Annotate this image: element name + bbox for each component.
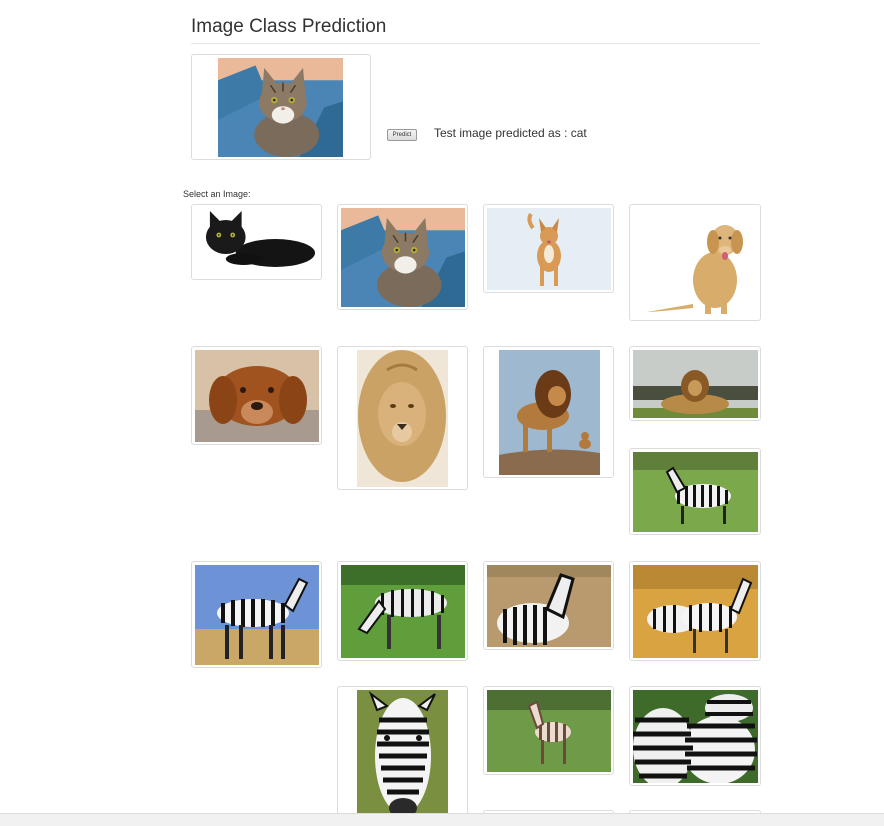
gallery-thumb-black-cat[interactable] xyxy=(191,204,322,280)
zebra-head-image xyxy=(357,690,448,822)
gallery-thumb-two-zebras[interactable] xyxy=(629,561,761,661)
lion-face-image xyxy=(357,350,448,487)
zebra-grass-image xyxy=(633,452,758,532)
zebra-foal-image xyxy=(487,690,611,772)
gallery-thumb-zebra-foal[interactable] xyxy=(483,686,614,775)
predict-button[interactable]: Predict xyxy=(387,129,417,141)
gallery-thumb-zebra-group[interactable] xyxy=(629,686,761,786)
black-cat-image xyxy=(198,209,317,275)
page-title: Image Class Prediction xyxy=(191,16,387,37)
zebra-plain-image xyxy=(487,565,611,647)
tabby-cat-image xyxy=(341,208,465,307)
gallery-thumb-lion-face[interactable] xyxy=(337,346,468,490)
lion-lying-image xyxy=(633,350,758,418)
bottom-scrollbar[interactable] xyxy=(0,813,884,826)
gallery-thumb-zebra-sky[interactable] xyxy=(191,561,322,668)
gallery-thumb-zebra-plain[interactable] xyxy=(483,561,614,650)
gallery-thumb-brown-dog[interactable] xyxy=(191,346,322,445)
gallery-thumb-zebra-head[interactable] xyxy=(337,686,468,825)
selected-image-frame xyxy=(191,54,371,160)
zebra-sky-image xyxy=(195,565,319,665)
gallery-thumb-golden-retriever[interactable] xyxy=(629,204,761,321)
prediction-result: Test image predicted as : cat xyxy=(434,126,587,140)
brown-dog-image xyxy=(195,350,319,442)
selected-image-cat xyxy=(218,58,343,157)
gallery-thumb-snow-dog[interactable] xyxy=(483,204,614,293)
golden-retriever-image xyxy=(633,208,758,318)
gallery-thumb-lion-rock[interactable] xyxy=(483,346,614,478)
gallery-thumb-zebra-grazing[interactable] xyxy=(337,561,468,661)
select-image-label: Select an Image: xyxy=(183,189,251,199)
lion-rock-image xyxy=(499,350,600,475)
gallery-thumb-zebra-grass[interactable] xyxy=(629,448,761,535)
two-zebras-image xyxy=(633,565,758,658)
zebra-grazing-image xyxy=(341,565,465,658)
gallery-thumb-tabby-cat[interactable] xyxy=(337,204,468,310)
zebra-group-image xyxy=(633,690,758,783)
snow-dog-image xyxy=(487,208,611,290)
title-divider xyxy=(191,43,760,44)
gallery-thumb-lion-lying[interactable] xyxy=(629,346,761,421)
